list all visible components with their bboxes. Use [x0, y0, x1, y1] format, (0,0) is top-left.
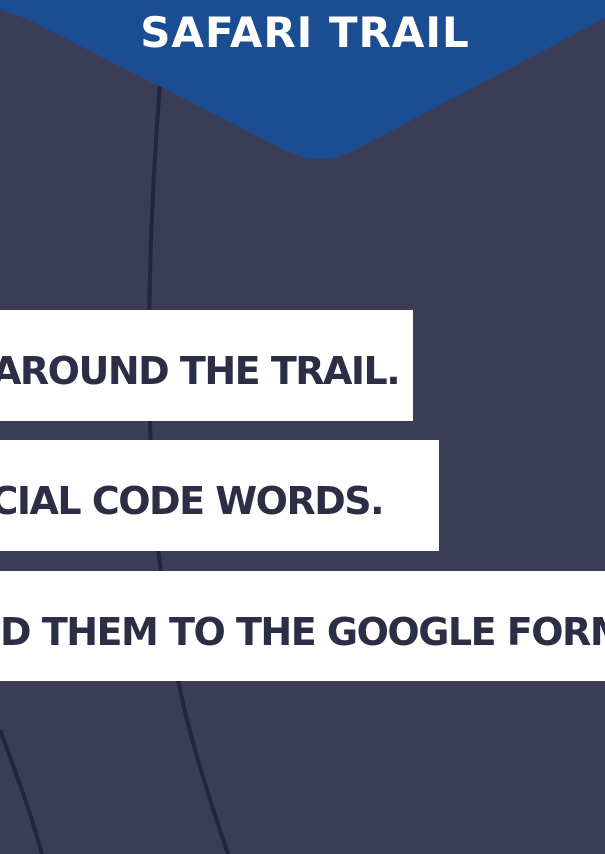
- page: { "header": { "title": "SAFARI TRAIL" },…: [0, 0, 605, 854]
- instruction-text: DD THEM TO THE GOOGLE FORM: [0, 610, 605, 654]
- trail-line: [0, 729, 44, 854]
- instruction-strip: AROUND THE TRAIL.: [0, 310, 413, 421]
- instruction-text: AROUND THE TRAIL.: [0, 349, 401, 393]
- instruction-text: ECIAL CODE WORDS.: [0, 479, 385, 523]
- instruction-strip: ECIAL CODE WORDS.: [0, 440, 439, 551]
- page-title: SAFARI TRAIL: [140, 8, 470, 57]
- instruction-strip: DD THEM TO THE GOOGLE FORM: [0, 571, 605, 681]
